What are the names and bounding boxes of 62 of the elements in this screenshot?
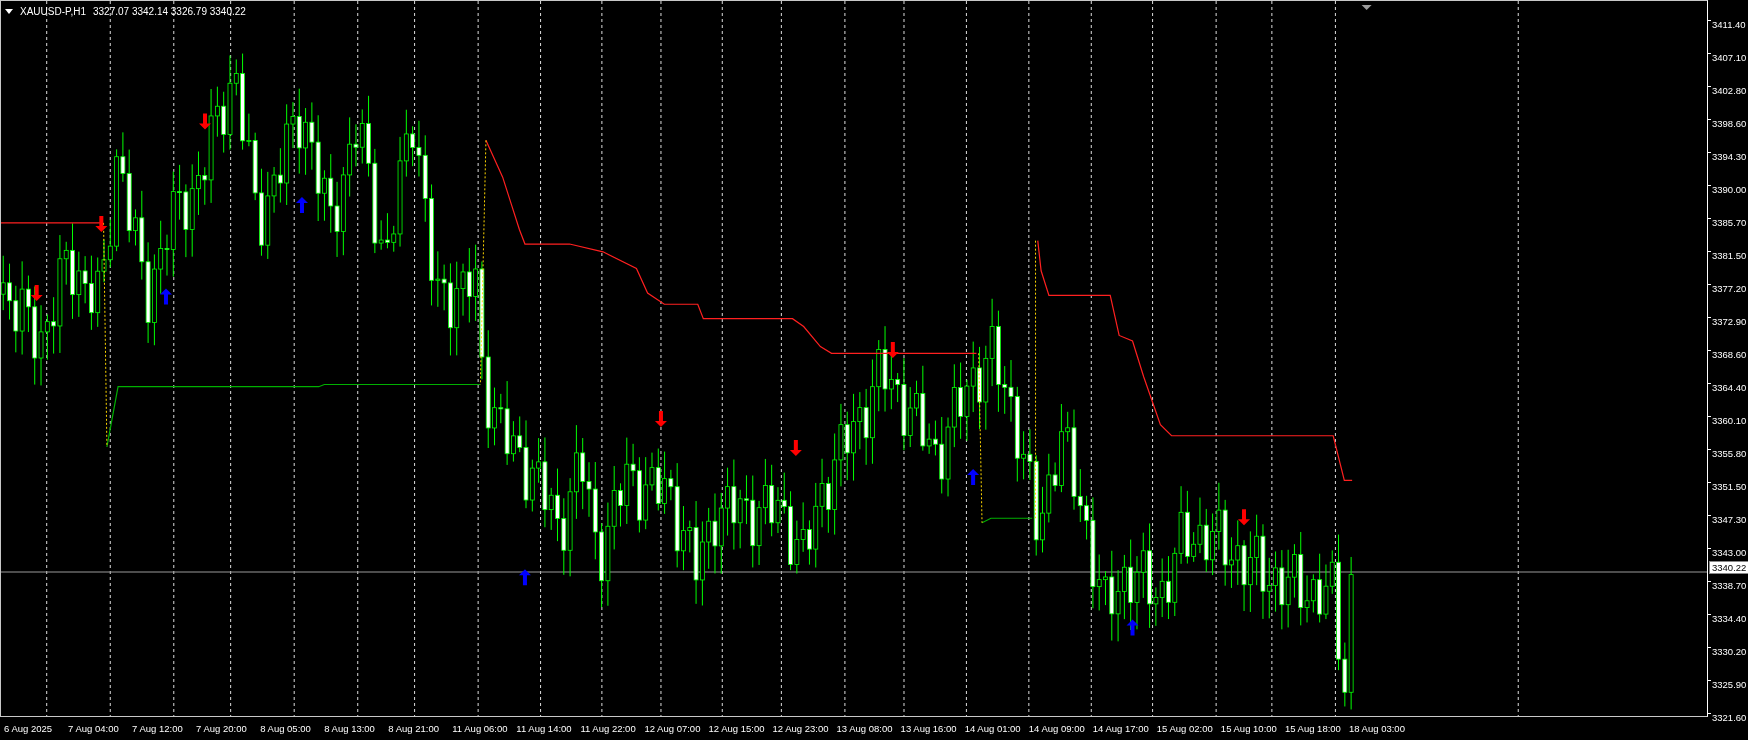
price-label: 3407.10 <box>1712 52 1747 64</box>
dropdown-triangle-icon[interactable] <box>5 9 13 14</box>
price-label: 3372.90 <box>1712 316 1747 328</box>
price-label: 3385.70 <box>1712 217 1747 229</box>
price-label: 3368.60 <box>1712 349 1747 361</box>
time-label: 11 Aug 22:00 <box>580 723 637 734</box>
down-arrow-icon <box>95 215 108 232</box>
time-label: 12 Aug 23:00 <box>772 723 830 734</box>
price-label: 3394.30 <box>1712 151 1747 163</box>
time-label: 12 Aug 15:00 <box>708 723 766 734</box>
time-label: 8 Aug 13:00 <box>324 723 376 734</box>
time-label: 11 Aug 06:00 <box>452 723 509 734</box>
time-label: 14 Aug 01:00 <box>964 723 1022 734</box>
down-arrow-icon <box>654 411 667 428</box>
time-label: 7 Aug 04:00 <box>68 723 120 734</box>
time-label: 8 Aug 05:00 <box>260 723 312 734</box>
up-arrow-icon <box>518 569 531 586</box>
price-label: 3343.00 <box>1712 547 1747 559</box>
down-arrow-icon <box>1238 509 1250 526</box>
time-label: 7 Aug 12:00 <box>132 723 184 734</box>
up-arrow-icon <box>967 469 980 485</box>
price-label: 3398.60 <box>1712 118 1747 130</box>
price-label: 3377.20 <box>1712 283 1747 295</box>
time-label: 8 Aug 21:00 <box>388 723 440 734</box>
time-label: 14 Aug 09:00 <box>1028 723 1086 734</box>
price-label: 3364.40 <box>1712 382 1747 394</box>
time-label: 14 Aug 17:00 <box>1092 723 1150 734</box>
time-label: 15 Aug 18:00 <box>1284 723 1342 734</box>
price-label: 3347.30 <box>1712 514 1747 526</box>
price-label: 3402.80 <box>1712 85 1747 97</box>
price-label: 3390.00 <box>1712 184 1747 196</box>
time-label: 13 Aug 16:00 <box>900 723 958 734</box>
price-label: 3355.80 <box>1712 448 1747 460</box>
price-label: 3411.40 <box>1712 19 1746 31</box>
down-arrow-icon <box>30 285 43 302</box>
up-arrow-icon <box>296 197 308 213</box>
price-label: 3330.20 <box>1712 646 1747 658</box>
ohlc-values: 3327.07 3342.14 3326.79 3340.22 <box>92 6 246 17</box>
time-label: 12 Aug 07:00 <box>644 723 702 734</box>
symbol-label: XAUUSD-P,H1 <box>20 6 86 17</box>
down-arrow-icon <box>789 440 802 457</box>
price-label: 3325.90 <box>1712 679 1747 691</box>
time-label: 11 Aug 14:00 <box>516 723 573 734</box>
time-label: 15 Aug 10:00 <box>1220 723 1278 734</box>
time-label: 15 Aug 02:00 <box>1156 723 1214 734</box>
price-label: 3321.60 <box>1712 712 1747 724</box>
shift-marker-icon[interactable] <box>1361 5 1372 10</box>
support-line <box>981 517 1033 524</box>
down-arrow-icon <box>199 113 211 130</box>
current-price-label: 3340.22 <box>1709 561 1748 574</box>
time-label: 18 Aug 03:00 <box>1348 723 1406 734</box>
price-label: 3360.10 <box>1712 415 1747 427</box>
up-arrow-icon <box>160 288 172 305</box>
price-label: 3334.40 <box>1712 613 1747 625</box>
down-arrow-icon <box>886 341 899 358</box>
time-label: 7 Aug 20:00 <box>196 723 248 734</box>
up-arrow-icon <box>1126 619 1139 636</box>
time-label: 13 Aug 08:00 <box>836 723 894 734</box>
price-label: 3338.70 <box>1712 580 1747 592</box>
price-label: 3351.50 <box>1712 481 1747 493</box>
price-label: 3381.50 <box>1712 250 1747 262</box>
time-label: 6 Aug 2025 <box>4 723 54 734</box>
